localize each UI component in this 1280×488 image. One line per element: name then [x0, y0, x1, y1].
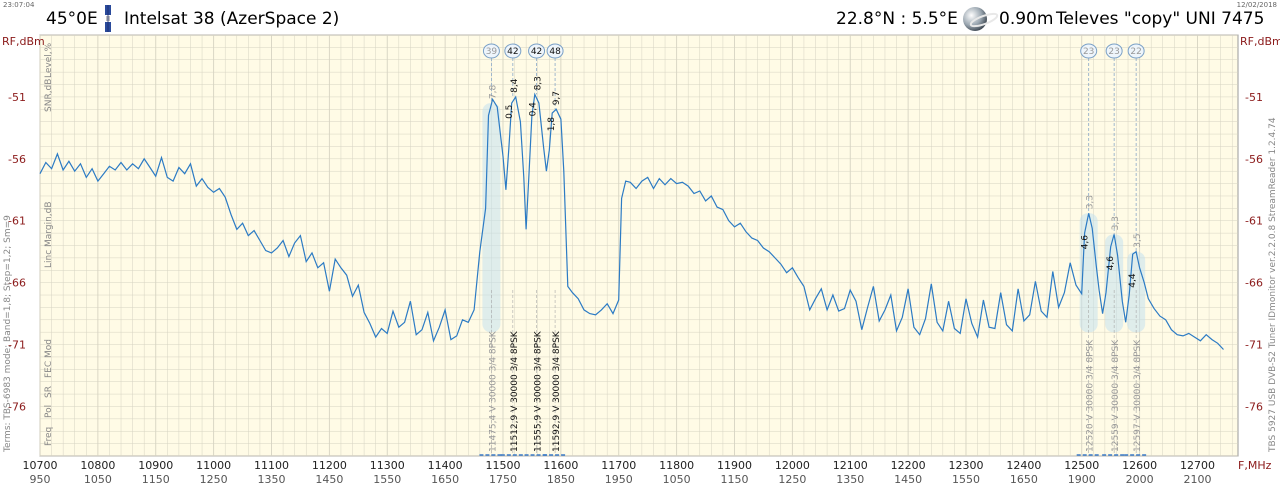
x-tick-label: 11700	[601, 459, 636, 472]
x-tick-label: 11600	[543, 459, 578, 472]
x-tick-label: 11000	[196, 459, 231, 472]
x-tick-label: 11300	[370, 459, 405, 472]
level-value: 42	[507, 47, 518, 57]
carrier-info: 12559 V 30000 3/4 8PSK	[1111, 339, 1121, 452]
if-tick-label: 1950	[605, 473, 633, 486]
snr-value: 8,3	[534, 76, 544, 90]
if-tick-label: 1050	[84, 473, 112, 486]
x-axis-label: F,MHz	[1238, 459, 1272, 472]
snr-value: 3,3	[1111, 216, 1121, 230]
snr-value: 3,3	[1086, 195, 1096, 209]
margin-value: 4,6	[1081, 235, 1091, 250]
if-tick-label: 1900	[1068, 473, 1096, 486]
x-tick-label: 12600	[1122, 459, 1157, 472]
x-tick-label: 12400	[1006, 459, 1041, 472]
if-tick-label: 1050	[663, 473, 691, 486]
if-tick-label: 1650	[1010, 473, 1038, 486]
row-label-mod: Mod	[44, 339, 54, 358]
right-footer-text: TBS 5927 USB DVB-S2 Tuner IDmonitor ver.…	[1268, 117, 1278, 453]
x-tick-label: 11500	[485, 459, 520, 472]
y-tick-label-right: -66	[1245, 277, 1263, 290]
margin-value: 1,8	[547, 117, 557, 132]
if-tick-label: 1750	[489, 473, 517, 486]
margin-value: 4,4	[1128, 273, 1138, 288]
if-tick-label: 1550	[952, 473, 980, 486]
carrier-info: 11475,4 V 30000 3/4 8PSK	[488, 330, 498, 452]
row-labels: Freq Pol SR FEC Mod	[44, 339, 54, 446]
if-tick-label: 1550	[373, 473, 401, 486]
if-tick-label: 1250	[778, 473, 806, 486]
y-tick-label-right: -71	[1245, 339, 1263, 352]
if-tick-label: 1150	[720, 473, 748, 486]
y-tick-label-left: -56	[8, 153, 26, 166]
y-tick-label-right: -76	[1245, 400, 1263, 413]
margin-value: 4,6	[1106, 256, 1116, 271]
level-value: 48	[549, 47, 561, 57]
row-label-fec: FEC	[44, 361, 54, 378]
if-tick-label: 1350	[836, 473, 864, 486]
x-tick-label: 11100	[254, 459, 289, 472]
if-tick-label: 1450	[315, 473, 343, 486]
if-tick-label: 950	[30, 473, 51, 486]
x-tick-label: 10700	[23, 459, 58, 472]
carrier-info: 11555,9 V 30000 3/4 8PSK	[534, 330, 544, 452]
snr-value: 3,5	[1133, 233, 1143, 247]
margin-axis-label: Linc Margin,dB	[44, 201, 54, 268]
carrier-info: 12520 V 30000 3/4 8PSK	[1086, 339, 1096, 452]
x-tick-label: 11200	[312, 459, 347, 472]
x-tick-label: 12100	[833, 459, 868, 472]
if-tick-label: 1450	[894, 473, 922, 486]
row-label-pol: Pol	[44, 405, 54, 418]
margin-value: 0,5	[505, 105, 515, 119]
level-value: 39	[486, 47, 498, 57]
row-label-sr: SR	[44, 386, 54, 398]
level-value: 23	[1108, 47, 1119, 57]
spectrum-chart: 39 7,8 11475,4 V 30000 3/4 8PSK 42 8,4 0,5 115…	[2, 34, 1280, 486]
snr-value: 7,8	[488, 85, 498, 100]
if-tick-label: 1350	[257, 473, 285, 486]
left-footer-text: Terms: TBS-6983 mode; Band=1,8; Step=1,2…	[3, 215, 13, 453]
if-tick-label: 1650	[431, 473, 459, 486]
level-value: 42	[531, 47, 542, 57]
if-tick-label: 1250	[200, 473, 228, 486]
x-tick-label: 11400	[428, 459, 463, 472]
x-tick-label: 11800	[659, 459, 694, 472]
y-axis-label-right: RF,dBm	[1240, 35, 1280, 48]
level-value: 23	[1083, 47, 1094, 57]
snr-axis-label: SNR,dB	[44, 79, 54, 112]
y-axis-label-left: RF,dBm	[2, 35, 45, 48]
x-tick-label: 12000	[775, 459, 810, 472]
y-tick-label-left: -51	[8, 91, 26, 104]
carrier-info: 11592,9 V 30000 3/4 8PSK	[552, 330, 562, 452]
y-tick-label-right: -61	[1245, 215, 1263, 228]
if-tick-label: 2100	[1183, 473, 1211, 486]
if-tick-label: 1850	[547, 473, 575, 486]
level-axis-label: Level,%	[44, 42, 54, 78]
margin-value: 0,4	[529, 102, 539, 117]
x-tick-label: 12200	[891, 459, 926, 472]
snr-value: 8,4	[510, 78, 520, 93]
carrier-info: 12597 V 30000 3/4 8PSK	[1133, 339, 1143, 452]
level-value: 22	[1130, 47, 1141, 57]
x-tick-label: 10900	[138, 459, 173, 472]
row-label-freq: Freq	[44, 427, 54, 446]
x-tick-label: 12700	[1180, 459, 1215, 472]
snr-value: 9,7	[552, 91, 562, 105]
x-tick-label: 10800	[80, 459, 115, 472]
y-tick-label-right: -51	[1245, 91, 1263, 104]
carrier-info: 11512,9 V 30000 3/4 8PSK	[510, 330, 520, 452]
y-tick-label-right: -56	[1245, 153, 1263, 166]
if-tick-label: 1150	[142, 473, 170, 486]
x-tick-label: 12300	[948, 459, 983, 472]
x-tick-label: 12500	[1064, 459, 1099, 472]
x-tick-label: 11900	[717, 459, 752, 472]
if-tick-label: 2000	[1126, 473, 1154, 486]
